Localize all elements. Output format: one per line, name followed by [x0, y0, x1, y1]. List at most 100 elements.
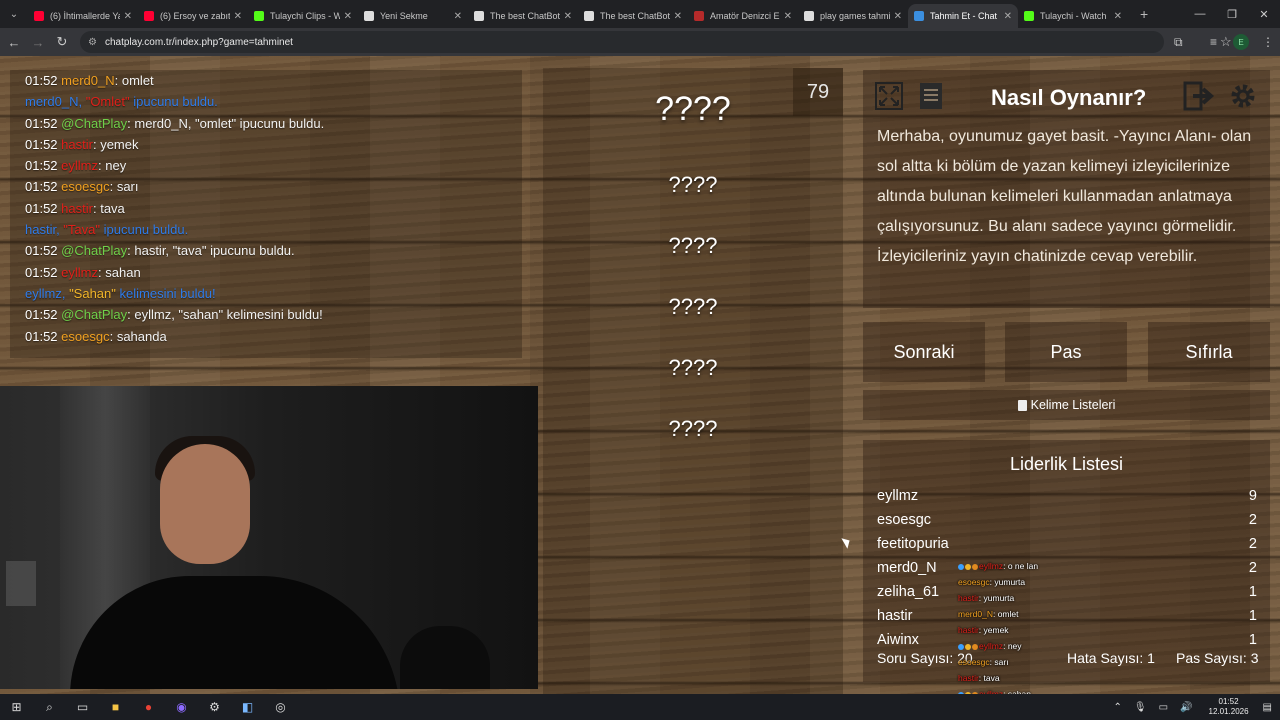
chat-text: sahanda	[116, 328, 167, 344]
chrome-icon[interactable]: ●	[132, 694, 165, 720]
task-view-icon[interactable]: ▭	[66, 694, 99, 720]
settings-gear-icon[interactable]	[1227, 80, 1259, 112]
forbidden-word: ????	[668, 294, 718, 319]
clipboard-icon	[1017, 399, 1027, 411]
chat-time: 01:52	[25, 158, 58, 174]
mouse-cursor	[841, 535, 853, 549]
profile-avatar[interactable]: E	[1233, 34, 1249, 50]
sys-text: ipucunu buldu.	[100, 222, 189, 238]
chat-message: 01:52 @ChatPlay: merd0_N, "omlet" ipucun…	[25, 115, 325, 131]
tab-close-icon[interactable]: ✕	[784, 11, 792, 22]
leaderboard-name: hastir	[877, 608, 913, 624]
url-bar[interactable]: ⚙ chatplay.com.tr/index.php?game=tahmine…	[80, 31, 1232, 53]
bookmark-star-icon[interactable]: ☆	[1220, 31, 1232, 53]
overlay-user: merd0_N	[958, 609, 993, 619]
obs-icon[interactable]: ◎	[264, 694, 297, 720]
browser-tab[interactable]: Tulaychi Clips - W ✕	[248, 4, 358, 28]
word-lists-button[interactable]: Kelime Listeleri	[863, 390, 1270, 420]
app-icon[interactable]: ◧	[231, 694, 264, 720]
fullscreen-icon[interactable]	[873, 80, 905, 112]
address-toolbar: ← → ↻ ⚙ chatplay.com.tr/index.php?game=t…	[0, 28, 1280, 56]
browser-tab[interactable]: The best ChatBot ✕	[468, 4, 578, 28]
word-panel: 79 ???? ????????????????????	[543, 68, 843, 694]
browser-tab[interactable]: Yeni Sekme ✕	[358, 4, 468, 28]
overlay-text: : yumurta	[989, 577, 1026, 587]
tab-title: play games tahmi	[820, 11, 890, 21]
leaderboard-row: feetitopuria 2	[877, 536, 1257, 560]
pass-button[interactable]: Pas	[1005, 322, 1127, 382]
notes-icon[interactable]	[915, 80, 947, 112]
new-tab-button[interactable]: +	[1140, 6, 1148, 22]
tab-close-icon[interactable]: ✕	[344, 11, 352, 22]
exit-icon[interactable]	[1183, 80, 1215, 112]
browser-tab[interactable]: Tahmin Et - Chat ✕	[908, 4, 1018, 28]
leaderboard-score: 1	[1248, 608, 1257, 624]
browser-tab[interactable]: (6) Ersoy ve zabıta ✕	[138, 4, 248, 28]
search-icon[interactable]: ⌕	[33, 694, 66, 720]
media-icon[interactable]: ≡	[1210, 28, 1217, 56]
overlay-text: : omlet	[992, 609, 1019, 619]
chat-message: eyllmz, "Sahan" kelimesini buldu!	[25, 283, 522, 304]
chat-user: hastir	[61, 200, 93, 216]
leaderboard-row: esoesgc 2	[877, 512, 1257, 536]
badge-icon	[965, 643, 971, 650]
main-word: ????	[655, 90, 731, 128]
tab-close-icon[interactable]: ✕	[564, 11, 572, 22]
tab-close-icon[interactable]: ✕	[454, 11, 462, 22]
browser-tab-strip: ⌄ (6) İhtimallerde Ya ✕ (6) Ersoy ve zabıt…	[0, 0, 1280, 28]
chat-time: 01:52	[25, 73, 58, 88]
overlay-user: eyllmz	[979, 561, 1004, 571]
leaderboard-score: 1	[1248, 584, 1257, 600]
tab-close-icon[interactable]: ✕	[124, 11, 132, 22]
mic-icon[interactable]: 🎙	[1134, 702, 1147, 713]
discord-icon[interactable]: ◉	[165, 694, 198, 720]
back-icon[interactable]: ←	[2, 35, 26, 50]
overlay-text: : o ne lan	[1003, 561, 1039, 571]
next-button[interactable]: Sonraki	[863, 322, 985, 382]
browser-tab[interactable]: (6) İhtimallerde Ya ✕	[28, 4, 138, 28]
tray-chevron-icon[interactable]: ⌃	[1114, 702, 1122, 713]
restore-icon[interactable]: ❐	[1216, 0, 1248, 28]
tab-favicon-icon	[584, 11, 594, 21]
chat-text: omlet	[121, 73, 154, 88]
extensions-icon[interactable]: ⧉	[1174, 28, 1183, 56]
network-icon[interactable]: ▭	[1159, 702, 1168, 713]
settings-icon[interactable]: ⚙	[198, 694, 231, 720]
close-window-icon[interactable]: ✕	[1248, 0, 1280, 28]
tab-close-icon[interactable]: ✕	[674, 11, 682, 22]
browser-tab[interactable]: The best ChatBot ✕	[578, 4, 688, 28]
tab-title: The best ChatBot	[490, 11, 560, 21]
webcam-feed	[0, 386, 538, 689]
tab-title: (6) İhtimallerde Ya	[50, 11, 120, 21]
reload-icon[interactable]: ↻	[50, 34, 74, 50]
tab-title: Tahmin Et - Chat	[930, 11, 998, 21]
tab-close-icon[interactable]: ✕	[894, 11, 902, 22]
chat-text: sarı	[116, 179, 139, 195]
tab-close-icon[interactable]: ✕	[1004, 11, 1012, 22]
leaderboard-name: esoesgc	[877, 512, 932, 528]
badge-icon	[958, 563, 964, 570]
chat-time: 01:52	[25, 328, 58, 344]
menu-icon[interactable]: ⋮	[1262, 28, 1274, 56]
browser-tab[interactable]: play games tahmi ✕	[798, 4, 908, 28]
windows-start-icon[interactable]: ⊞	[0, 694, 33, 720]
file-explorer-icon[interactable]: ■	[99, 694, 132, 720]
browser-tab[interactable]: Tulaychi - Watch ✕	[1018, 4, 1128, 28]
minimize-icon[interactable]: —	[1184, 0, 1216, 28]
tab-search-icon[interactable]: ⌄	[0, 0, 28, 28]
tab-close-icon[interactable]: ✕	[234, 11, 242, 22]
chat-user: merd0_N	[61, 73, 115, 88]
notification-icon[interactable]: ▤	[1263, 702, 1272, 713]
forward-icon[interactable]: →	[26, 35, 50, 50]
clock[interactable]: 01:52 12.01.2026	[1209, 697, 1249, 717]
site-info-icon[interactable]: ⚙	[88, 37, 97, 48]
volume-icon[interactable]: 🔊	[1180, 702, 1192, 713]
overlay-chat-line: hastir: yumurta	[958, 593, 1098, 609]
reset-button[interactable]: Sıfırla	[1148, 322, 1270, 382]
browser-tab[interactable]: Amatör Denizci E ✕	[688, 4, 798, 28]
leaderboard-title: Liderlik Listesi	[1009, 454, 1124, 474]
overlay-text: : yemek	[978, 625, 1009, 635]
tab-close-icon[interactable]: ✕	[1114, 11, 1122, 22]
pass-count: Pas Sayısı: 3	[1176, 650, 1259, 666]
badge-icon	[958, 643, 964, 650]
